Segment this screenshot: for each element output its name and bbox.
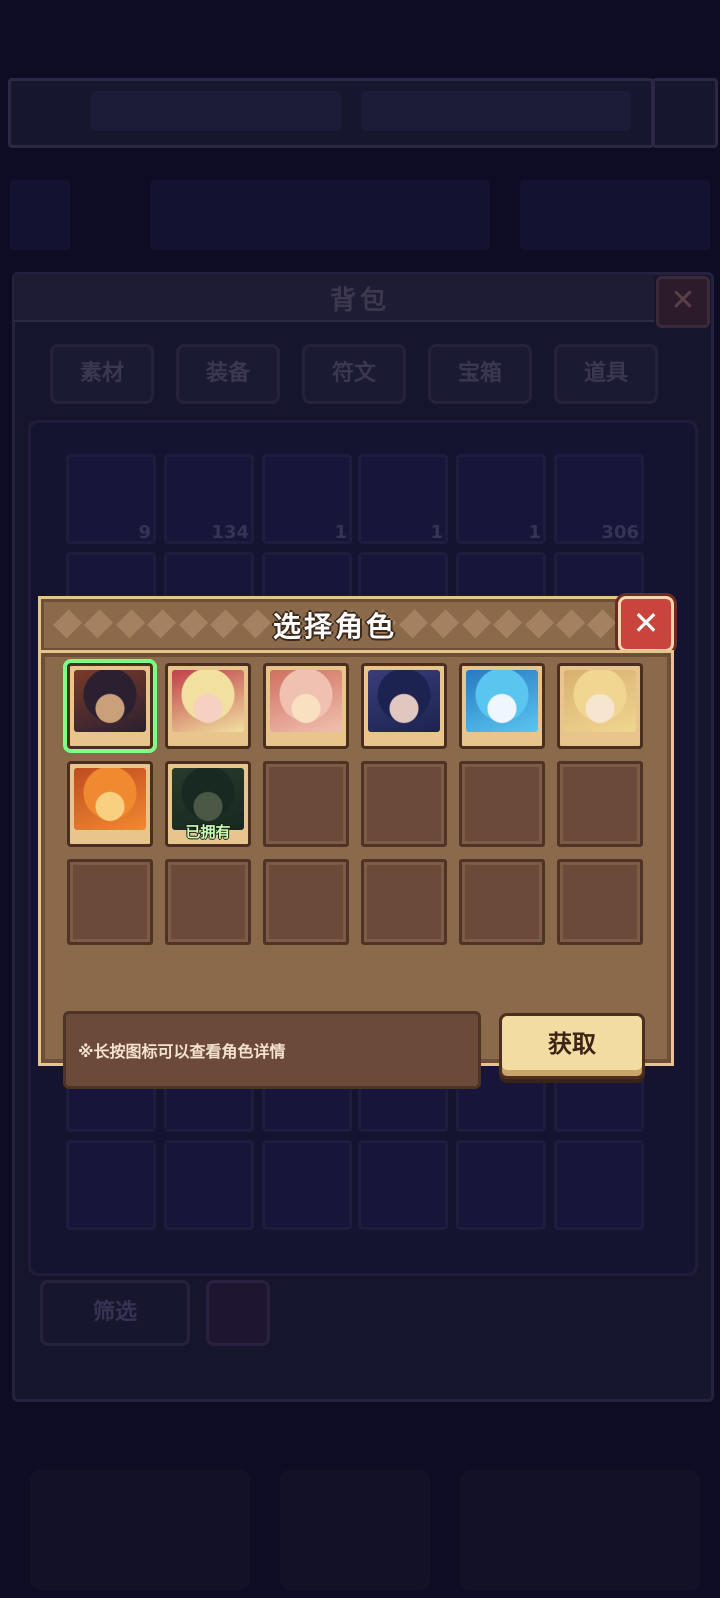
backpack-slot [66, 1140, 156, 1230]
empty-character-slot [459, 859, 545, 945]
backpack-slot [262, 1140, 352, 1230]
character-portrait-icon [74, 670, 146, 732]
empty-character-slot [165, 859, 251, 945]
character-slot-7[interactable] [67, 761, 153, 847]
backpack-close-icon: ✕ [656, 276, 710, 328]
bottom-nav [30, 1470, 250, 1590]
character-slot-5[interactable] [459, 663, 545, 749]
backpack-slot: 306 [554, 454, 644, 544]
item-count: 306 [601, 522, 639, 543]
menu-strip [150, 180, 490, 250]
character-portrait-icon [466, 670, 538, 732]
backpack-title: 背包 [329, 286, 390, 316]
backpack-slot: 134 [164, 454, 254, 544]
character-portrait-icon [270, 670, 342, 732]
resource-bar [8, 78, 654, 148]
item-count: 9 [138, 522, 151, 543]
owned-label: 已拥有 [185, 823, 231, 841]
backpack-slot [164, 1140, 254, 1230]
character-portrait-icon [564, 670, 636, 732]
close-button[interactable]: ✕ [618, 596, 674, 652]
backpack-slot: 9 [66, 454, 156, 544]
select-character-dialog: 选择角色 ✕ 已拥有 ※长按图标可以查看角色详情 获取 [38, 596, 680, 1089]
settings-icon [652, 78, 718, 148]
empty-character-slot [361, 859, 447, 945]
character-slot-6[interactable] [557, 663, 643, 749]
bottom-nav [460, 1470, 700, 1590]
hint-text: ※长按图标可以查看角色详情 [78, 1042, 286, 1061]
empty-character-slot [263, 761, 349, 847]
sort-icon [206, 1280, 270, 1346]
character-portrait-icon [172, 670, 244, 732]
character-slot-2[interactable] [165, 663, 251, 749]
empty-character-slot [67, 859, 153, 945]
character-slot-4[interactable] [361, 663, 447, 749]
backpack-slot: 1 [262, 454, 352, 544]
empty-character-slot [459, 761, 545, 847]
item-count: 1 [430, 522, 443, 543]
character-slot-1[interactable] [67, 663, 153, 749]
get-button[interactable]: 获取 [499, 1013, 645, 1079]
empty-character-slot [263, 859, 349, 945]
character-portrait-icon [74, 768, 146, 830]
bottom-nav [280, 1470, 430, 1590]
tab-equipment: 装备 [176, 344, 280, 404]
tab-materials: 素材 [50, 344, 154, 404]
backpack-slot [456, 1140, 546, 1230]
menu-strip [10, 180, 70, 250]
backpack-slot: 1 [456, 454, 546, 544]
empty-character-slot [557, 859, 643, 945]
filter-button: 筛选 [40, 1280, 190, 1346]
item-count: 1 [528, 522, 541, 543]
tab-items: 道具 [554, 344, 658, 404]
backpack-slot: 1 [358, 454, 448, 544]
tab-chests: 宝箱 [428, 344, 532, 404]
backpack-slot [358, 1140, 448, 1230]
item-count: 134 [211, 522, 249, 543]
empty-character-slot [557, 761, 643, 847]
character-slot-3[interactable] [263, 663, 349, 749]
dialog-title: 选择角色 [272, 610, 397, 643]
empty-character-slot [361, 761, 447, 847]
dialog-body: 已拥有 ※长按图标可以查看角色详情 获取 [38, 650, 674, 1089]
tab-runes: 符文 [302, 344, 406, 404]
character-portrait-icon [368, 670, 440, 732]
hint-box: ※长按图标可以查看角色详情 [63, 1011, 481, 1089]
game-screen: 背包 ✕ 素材 装备 符文 宝箱 道具 9 134 1 1 1 306 筛选 选择角色 ✕… [0, 0, 720, 1598]
backpack-slot [554, 1140, 644, 1230]
character-slot-8[interactable]: 已拥有 [165, 761, 251, 847]
item-count: 1 [334, 522, 347, 543]
dialog-header: 选择角色 [38, 596, 632, 654]
menu-strip [520, 180, 710, 250]
